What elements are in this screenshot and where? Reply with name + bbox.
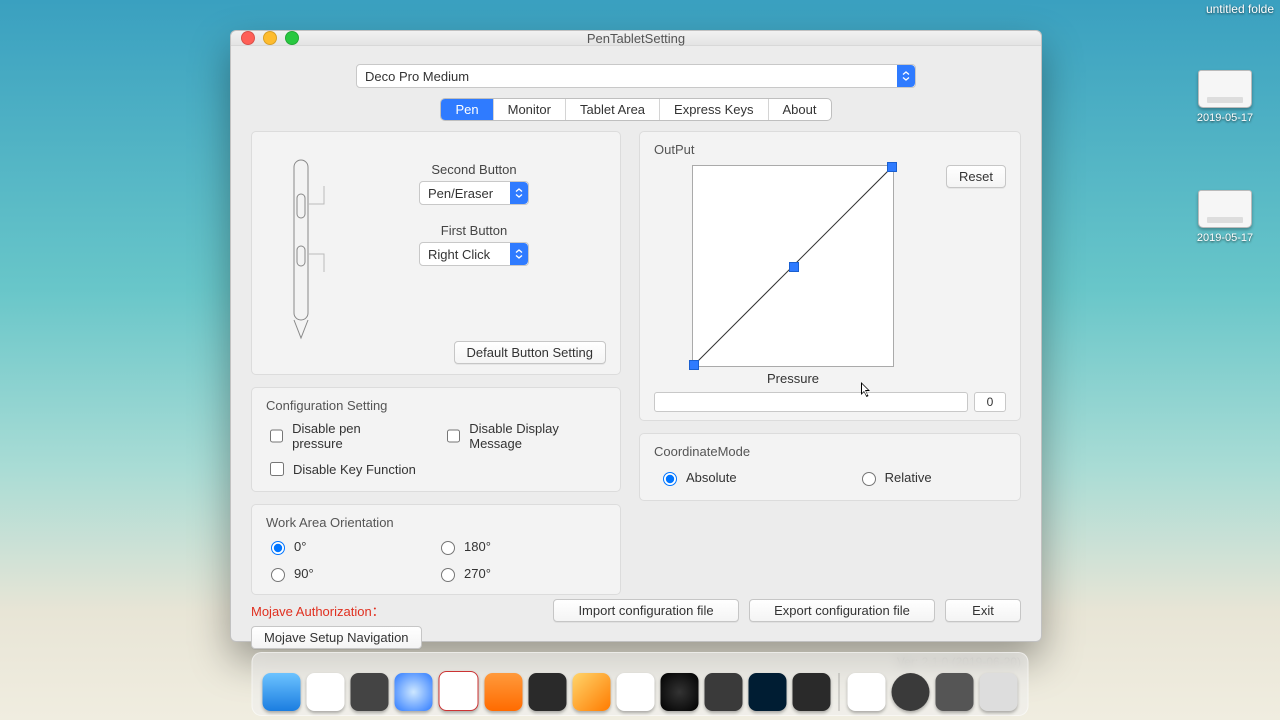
coord-relative[interactable]: Relative xyxy=(857,469,932,486)
radio-label: 90° xyxy=(294,566,314,581)
dock-app-terminal[interactable] xyxy=(529,673,567,711)
drive-icon xyxy=(1198,70,1252,108)
dock-app-photoshop[interactable] xyxy=(749,673,787,711)
import-config-button[interactable]: Import configuration file xyxy=(553,599,739,622)
disable-key-checkbox[interactable]: Disable Key Function xyxy=(266,459,416,479)
first-button-select[interactable]: Right Click xyxy=(419,242,529,266)
tab-express-keys[interactable]: Express Keys xyxy=(660,99,768,120)
settings-window: PenTabletSetting Deco Pro Medium Pen Mon… xyxy=(230,30,1042,642)
checkbox-label: Disable Display Message xyxy=(469,421,606,451)
coord-absolute[interactable]: Absolute xyxy=(658,469,737,486)
dock-app-keynote[interactable] xyxy=(485,673,523,711)
checkbox-label: Disable pen pressure xyxy=(292,421,407,451)
chevron-updown-icon xyxy=(510,243,528,265)
cursor-icon xyxy=(861,382,873,398)
pressure-curve-graph[interactable] xyxy=(692,165,894,367)
second-button-select[interactable]: Pen/Eraser xyxy=(419,181,529,205)
coordinate-mode-panel: CoordinateMode Absolute Relative xyxy=(639,433,1021,501)
titlebar[interactable]: PenTabletSetting xyxy=(231,31,1041,46)
dock-app-quicktime[interactable] xyxy=(892,673,930,711)
tab-monitor[interactable]: Monitor xyxy=(494,99,566,120)
orientation-0[interactable]: 0° xyxy=(266,538,436,555)
drive-icon xyxy=(1198,190,1252,228)
first-button-select-value: Right Click xyxy=(428,247,490,262)
device-select-value: Deco Pro Medium xyxy=(365,69,469,84)
tab-pen[interactable]: Pen xyxy=(441,99,493,120)
dock-separator xyxy=(839,673,840,711)
dock-app-system-preferences[interactable] xyxy=(705,673,743,711)
dock-app-preview[interactable] xyxy=(573,673,611,711)
radio-label: 180° xyxy=(464,539,491,554)
checkbox-label: Disable Key Function xyxy=(293,462,416,477)
dock-app-pentablet[interactable] xyxy=(936,673,974,711)
chevron-updown-icon xyxy=(897,65,915,87)
mojave-setup-button[interactable]: Mojave Setup Navigation xyxy=(251,626,422,649)
chevron-updown-icon xyxy=(510,182,528,204)
radio-label: 0° xyxy=(294,539,306,554)
dock-app-numbers[interactable] xyxy=(617,673,655,711)
default-button-setting-button[interactable]: Default Button Setting xyxy=(454,341,606,364)
configuration-title: Configuration Setting xyxy=(266,398,606,413)
configuration-panel: Configuration Setting Disable pen pressu… xyxy=(251,387,621,492)
disable-pressure-checkbox[interactable]: Disable pen pressure xyxy=(266,421,407,451)
pressure-bar xyxy=(654,392,968,412)
dock-app-notes[interactable] xyxy=(307,673,345,711)
dock-app-calendar[interactable] xyxy=(439,671,479,711)
first-button-label: First Button xyxy=(342,223,606,238)
dock-app-finder[interactable] xyxy=(263,673,301,711)
orientation-180[interactable]: 180° xyxy=(436,538,606,555)
desktop-folder-label[interactable]: untitled folde xyxy=(1206,2,1274,16)
curve-handle-end[interactable] xyxy=(887,162,897,172)
disable-display-checkbox[interactable]: Disable Display Message xyxy=(443,421,606,451)
coordinate-mode-title: CoordinateMode xyxy=(654,444,1006,459)
pressure-value: 0 xyxy=(974,392,1006,412)
output-title: OutPut xyxy=(654,142,1006,157)
drive-label: 2019-05-17 xyxy=(1190,232,1260,244)
desktop-drive-1[interactable]: 2019-05-17 xyxy=(1190,70,1260,124)
dock-app-photos[interactable] xyxy=(661,673,699,711)
radio-label: Absolute xyxy=(686,470,737,485)
pen-button-panel: Second Button Pen/Eraser First Button Ri… xyxy=(251,131,621,375)
output-panel: OutPut Pressure R xyxy=(639,131,1021,421)
pressure-label: Pressure xyxy=(767,371,819,386)
dock-app-safari[interactable] xyxy=(395,673,433,711)
radio-label: 270° xyxy=(464,566,491,581)
curve-handle-start[interactable] xyxy=(689,360,699,370)
pen-illustration-icon xyxy=(266,144,336,364)
orientation-title: Work Area Orientation xyxy=(266,515,606,530)
second-button-select-value: Pen/Eraser xyxy=(428,186,493,201)
dock-app-launchpad[interactable] xyxy=(351,673,389,711)
dock-trash[interactable] xyxy=(980,673,1018,711)
orientation-90[interactable]: 90° xyxy=(266,565,436,582)
dock-app-artist[interactable] xyxy=(793,673,831,711)
tab-about[interactable]: About xyxy=(769,99,831,120)
export-config-button[interactable]: Export configuration file xyxy=(749,599,935,622)
dock-app-maps[interactable] xyxy=(848,673,886,711)
second-button-label: Second Button xyxy=(342,162,606,177)
curve-handle-mid[interactable] xyxy=(789,262,799,272)
window-title: PenTabletSetting xyxy=(231,31,1041,46)
orientation-panel: Work Area Orientation 0° 180° 90° 270° xyxy=(251,504,621,595)
desktop-drive-2[interactable]: 2019-05-17 xyxy=(1190,190,1260,244)
dock xyxy=(252,652,1029,716)
reset-button[interactable]: Reset xyxy=(946,165,1006,188)
drive-label: 2019-05-17 xyxy=(1190,112,1260,124)
tab-tablet-area[interactable]: Tablet Area xyxy=(566,99,660,120)
orientation-270[interactable]: 270° xyxy=(436,565,606,582)
device-select[interactable]: Deco Pro Medium xyxy=(356,64,916,88)
mojave-auth-label: Mojave Authorization： xyxy=(251,601,385,620)
tab-bar: Pen Monitor Tablet Area Express Keys Abo… xyxy=(440,98,831,121)
radio-label: Relative xyxy=(885,470,932,485)
exit-button[interactable]: Exit xyxy=(945,599,1021,622)
